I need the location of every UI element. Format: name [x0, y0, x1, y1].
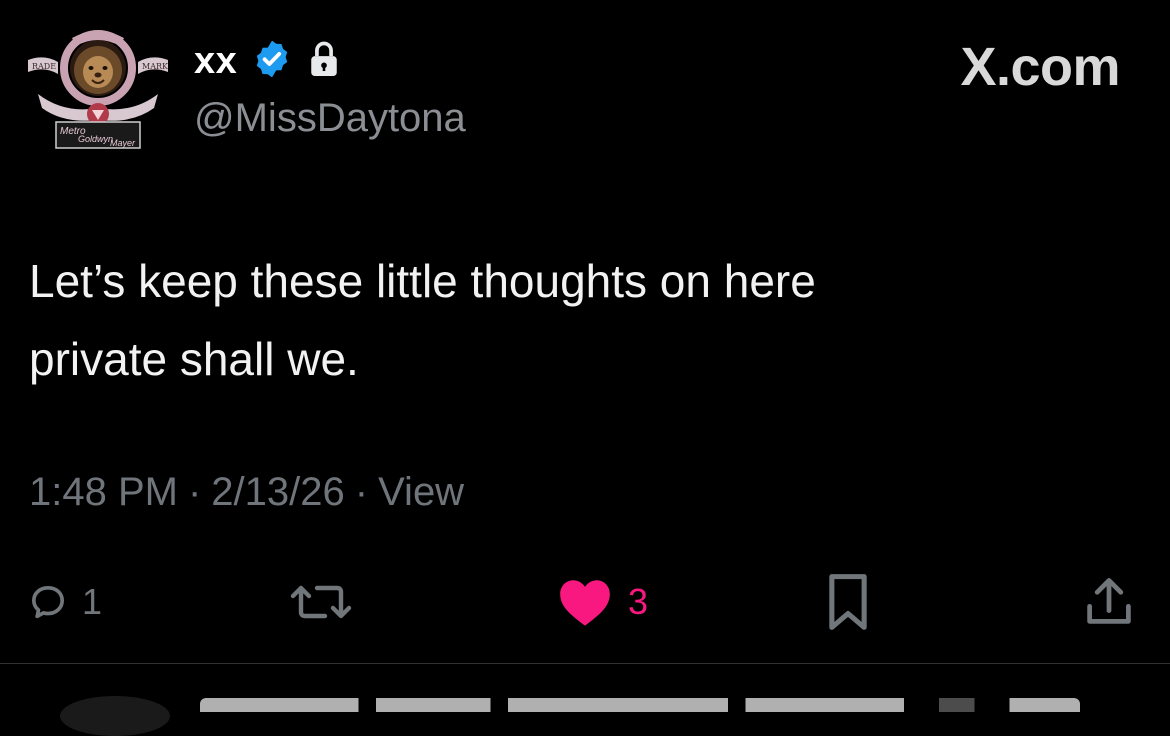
- verified-badge-icon[interactable]: [251, 38, 293, 85]
- tweet-text: Let’s keep these little thoughts on here…: [29, 242, 1089, 398]
- logo-text-right: MARK: [142, 62, 169, 71]
- tweet-meta: 1:48 PM · 2/13/26 · View: [29, 470, 464, 515]
- like-count: 3: [628, 581, 649, 622]
- share-icon: [1087, 578, 1131, 624]
- view-link[interactable]: View: [378, 470, 464, 515]
- bookmark-icon: [829, 574, 867, 630]
- logo-banner-3: Mayer: [110, 138, 136, 148]
- meta-separator: ·: [354, 470, 369, 514]
- share-button[interactable]: [1082, 570, 1136, 634]
- next-tweet-peek: [200, 698, 1080, 712]
- like-button[interactable]: 3: [556, 570, 648, 634]
- action-bar: 1 3: [0, 570, 1170, 634]
- repost-icon: [290, 585, 352, 619]
- author-name-row: xx: [194, 38, 341, 84]
- tweet-card: RADE MARK Metro Goldwyn Mayer xx @MissDa…: [0, 0, 1170, 736]
- reply-count: 1: [82, 581, 103, 622]
- avatar[interactable]: RADE MARK Metro Goldwyn Mayer: [24, 24, 172, 152]
- logo-text-left: RADE: [32, 62, 56, 71]
- display-name[interactable]: xx: [194, 40, 237, 83]
- next-tweet-avatar: [60, 696, 170, 736]
- mgm-lion-logo-icon: RADE MARK Metro Goldwyn Mayer: [28, 30, 169, 149]
- meta-separator: ·: [187, 470, 202, 514]
- tweet-date[interactable]: 2/13/26: [211, 470, 344, 515]
- logo-banner-2: Goldwyn: [78, 134, 113, 144]
- tweet-text-line-2: private shall we.: [29, 333, 359, 385]
- repost-button[interactable]: [285, 570, 357, 634]
- divider: [0, 663, 1170, 664]
- heart-filled-icon: [560, 580, 610, 626]
- tweet-text-line-1: Let’s keep these little thoughts on here: [29, 255, 816, 307]
- reply-icon: [32, 586, 64, 619]
- author-handle[interactable]: @MissDaytona: [194, 96, 466, 141]
- lock-icon: [307, 39, 341, 84]
- tweet-time[interactable]: 1:48 PM: [29, 470, 178, 515]
- reply-button[interactable]: 1: [28, 570, 102, 634]
- bookmark-button[interactable]: [824, 570, 872, 634]
- site-label: X.com: [960, 37, 1120, 97]
